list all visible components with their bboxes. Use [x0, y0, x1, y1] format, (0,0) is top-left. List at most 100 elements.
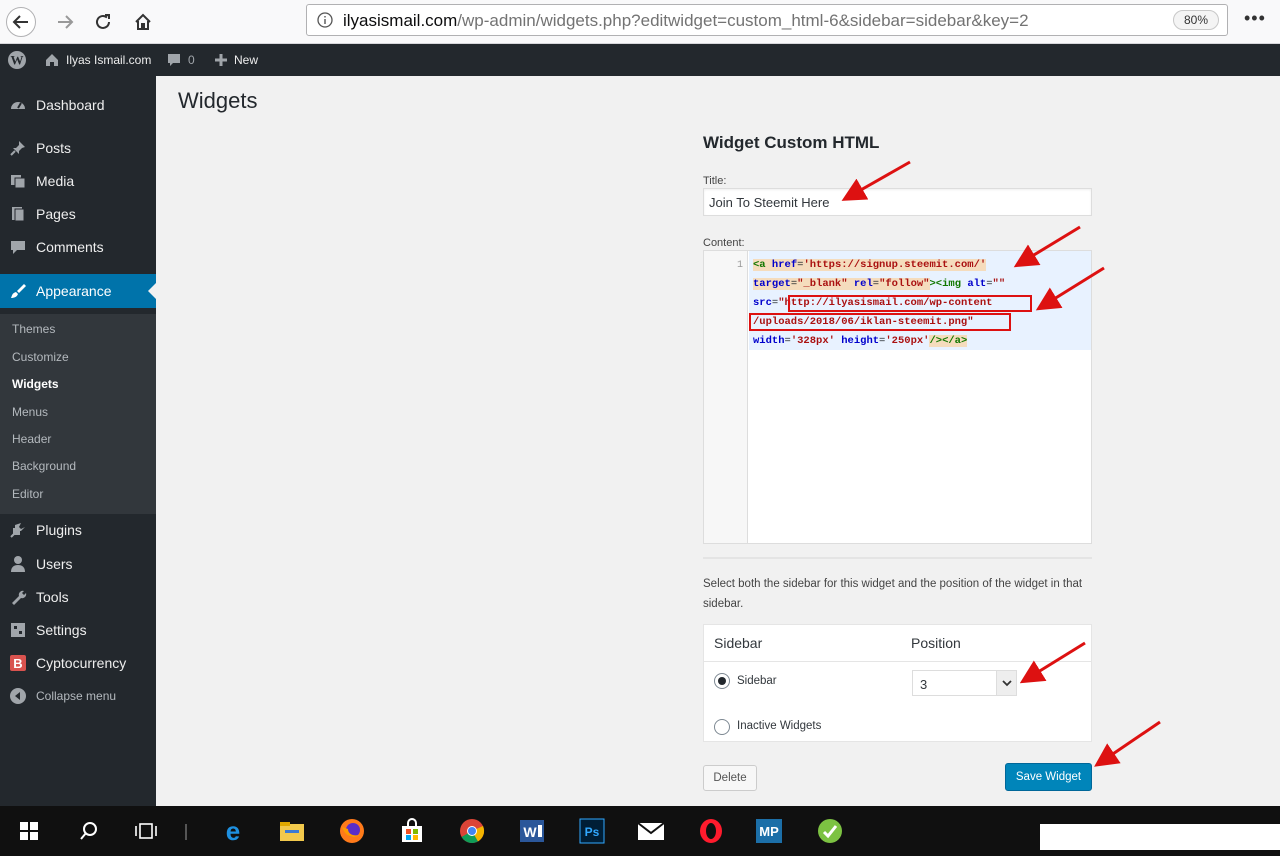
annotation-box-url-2: [749, 313, 1011, 331]
submenu-item-customize[interactable]: Customize: [12, 350, 69, 364]
pages-icon: [8, 204, 28, 224]
collapse-menu-label: Collapse menu: [36, 689, 117, 703]
arrow-right-icon: [58, 15, 74, 29]
url-text: ilyasismail.com/wp-admin/widgets.php?edi…: [343, 11, 1029, 31]
collapse-menu-button[interactable]: Collapse menu: [0, 679, 156, 713]
column-header-position: Position: [911, 635, 961, 651]
home-icon: [46, 54, 58, 66]
line-gutter: 1: [704, 251, 748, 543]
taskbar-search-box[interactable]: [1040, 824, 1280, 850]
zoom-indicator[interactable]: 80%: [1173, 10, 1219, 30]
info-icon[interactable]: [317, 12, 333, 33]
mp-app-icon[interactable]: MP: [754, 816, 784, 846]
new-label: New: [234, 53, 259, 67]
svg-text:B: B: [13, 656, 22, 671]
forward-button[interactable]: [50, 7, 80, 37]
sidebar-item-label: Comments: [36, 239, 104, 255]
radio-inactive-widgets[interactable]: [714, 719, 730, 735]
taskbar-separator: [185, 824, 187, 840]
task-view-icon[interactable]: [131, 816, 161, 846]
submenu-item-widgets[interactable]: Widgets: [12, 377, 59, 391]
sidebar-item-plugins[interactable]: Plugins: [0, 513, 156, 547]
content-code-editor[interactable]: 1 <a href='https://signup.steemit.com/' …: [703, 250, 1092, 544]
sidebar-item-label: Pages: [36, 206, 76, 222]
sidebar-item-label: Settings: [36, 622, 87, 638]
windows-start-icon[interactable]: [14, 816, 44, 846]
home-icon: [135, 13, 151, 30]
svg-text:MP: MP: [759, 824, 779, 839]
site-name: Ilyas Ismail.com: [66, 53, 152, 67]
svg-text:W: W: [11, 53, 24, 68]
submenu-item-editor[interactable]: Editor: [12, 487, 43, 501]
wordpress-logo-icon[interactable]: W: [7, 44, 27, 76]
widget-title-input[interactable]: [703, 188, 1092, 216]
search-icon[interactable]: [74, 816, 104, 846]
delete-button[interactable]: Delete: [703, 765, 757, 791]
arrow-left-icon: [12, 15, 28, 29]
title-label: Title:: [703, 175, 727, 187]
site-name-link[interactable]: Ilyas Ismail.com: [44, 44, 151, 76]
new-content-link[interactable]: New: [214, 44, 258, 76]
position-select[interactable]: 3: [912, 670, 1017, 696]
save-widget-button[interactable]: Save Widget: [1005, 763, 1092, 791]
sidebar-item-media[interactable]: Media: [0, 164, 156, 198]
sidebar-item-dashboard[interactable]: Dashboard: [0, 88, 156, 122]
sidebar-item-label: Tools: [36, 589, 69, 605]
more-menu-button[interactable]: •••: [1244, 8, 1266, 29]
mail-icon[interactable]: [636, 816, 666, 846]
content-label: Content:: [703, 237, 745, 249]
sidebar-item-pages[interactable]: Pages: [0, 197, 156, 231]
windows-taskbar: e W Ps MP: [0, 806, 1280, 856]
photoshop-icon[interactable]: Ps: [577, 816, 607, 846]
arrow-to-save: [1094, 720, 1161, 767]
reload-button[interactable]: [88, 7, 118, 37]
opera-icon[interactable]: [696, 816, 726, 846]
address-bar[interactable]: ilyasismail.com/wp-admin/widgets.php?edi…: [306, 4, 1228, 36]
sidebar-item-tools[interactable]: Tools: [0, 580, 156, 614]
comments-link[interactable]: 0: [166, 44, 195, 76]
submenu-item-menus[interactable]: Menus: [12, 405, 48, 419]
svg-text:e: e: [226, 818, 240, 844]
annotation-box-url-1: [788, 295, 1032, 312]
submenu-item-themes[interactable]: Themes: [12, 322, 55, 336]
sidebar-item-settings[interactable]: Settings: [0, 613, 156, 647]
sidebar-item-label: Appearance: [36, 283, 112, 299]
sidebar-item-cyptocurrency[interactable]: B Cyptocurrency: [0, 646, 156, 680]
sidebar-position-table: Sidebar Position Sidebar 3 Inactive Widg…: [703, 624, 1092, 742]
reload-icon: [96, 14, 110, 29]
page-title: Widgets: [178, 88, 258, 113]
edge-icon[interactable]: e: [218, 816, 248, 846]
plugin-icon: [8, 520, 28, 540]
chrome-icon[interactable]: [457, 816, 487, 846]
code-line-1: <a href='https://signup.steemit.com/': [753, 259, 987, 271]
submenu-item-background[interactable]: Background: [12, 459, 76, 473]
submenu-item-header[interactable]: Header: [12, 432, 51, 446]
store-icon[interactable]: [397, 816, 427, 846]
plus-icon: [215, 54, 227, 66]
svg-text:Ps: Ps: [585, 825, 600, 839]
dashboard-icon: [8, 95, 28, 115]
sidebar-item-users[interactable]: Users: [0, 547, 156, 581]
sidebar-item-posts[interactable]: Posts: [0, 131, 156, 165]
appearance-submenu: Themes Customize Widgets Menus Header Ba…: [0, 314, 156, 514]
comment-icon: [168, 54, 180, 66]
table-header-divider: [704, 661, 1091, 662]
home-button[interactable]: [128, 7, 158, 37]
back-button[interactable]: [6, 7, 36, 37]
green-app-icon[interactable]: [815, 816, 845, 846]
media-icon: [8, 171, 28, 191]
comments-count: 0: [188, 53, 195, 67]
radio-label-inactive-widgets: Inactive Widgets: [737, 720, 822, 732]
chevron-down-icon: [996, 671, 1016, 695]
sidebar-item-appearance[interactable]: Appearance: [0, 274, 156, 308]
svg-text:W: W: [523, 824, 537, 840]
sidebar-item-label: Media: [36, 173, 75, 189]
file-explorer-icon[interactable]: [277, 816, 307, 846]
radio-sidebar[interactable]: [714, 673, 730, 689]
paintbrush-icon: [8, 281, 28, 301]
admin-sidebar: Dashboard Posts Media Pages Comments App…: [0, 76, 156, 806]
firefox-icon[interactable]: [337, 816, 367, 846]
settings-icon: [8, 620, 28, 640]
sidebar-item-comments[interactable]: Comments: [0, 230, 156, 264]
word-icon[interactable]: W: [517, 816, 547, 846]
